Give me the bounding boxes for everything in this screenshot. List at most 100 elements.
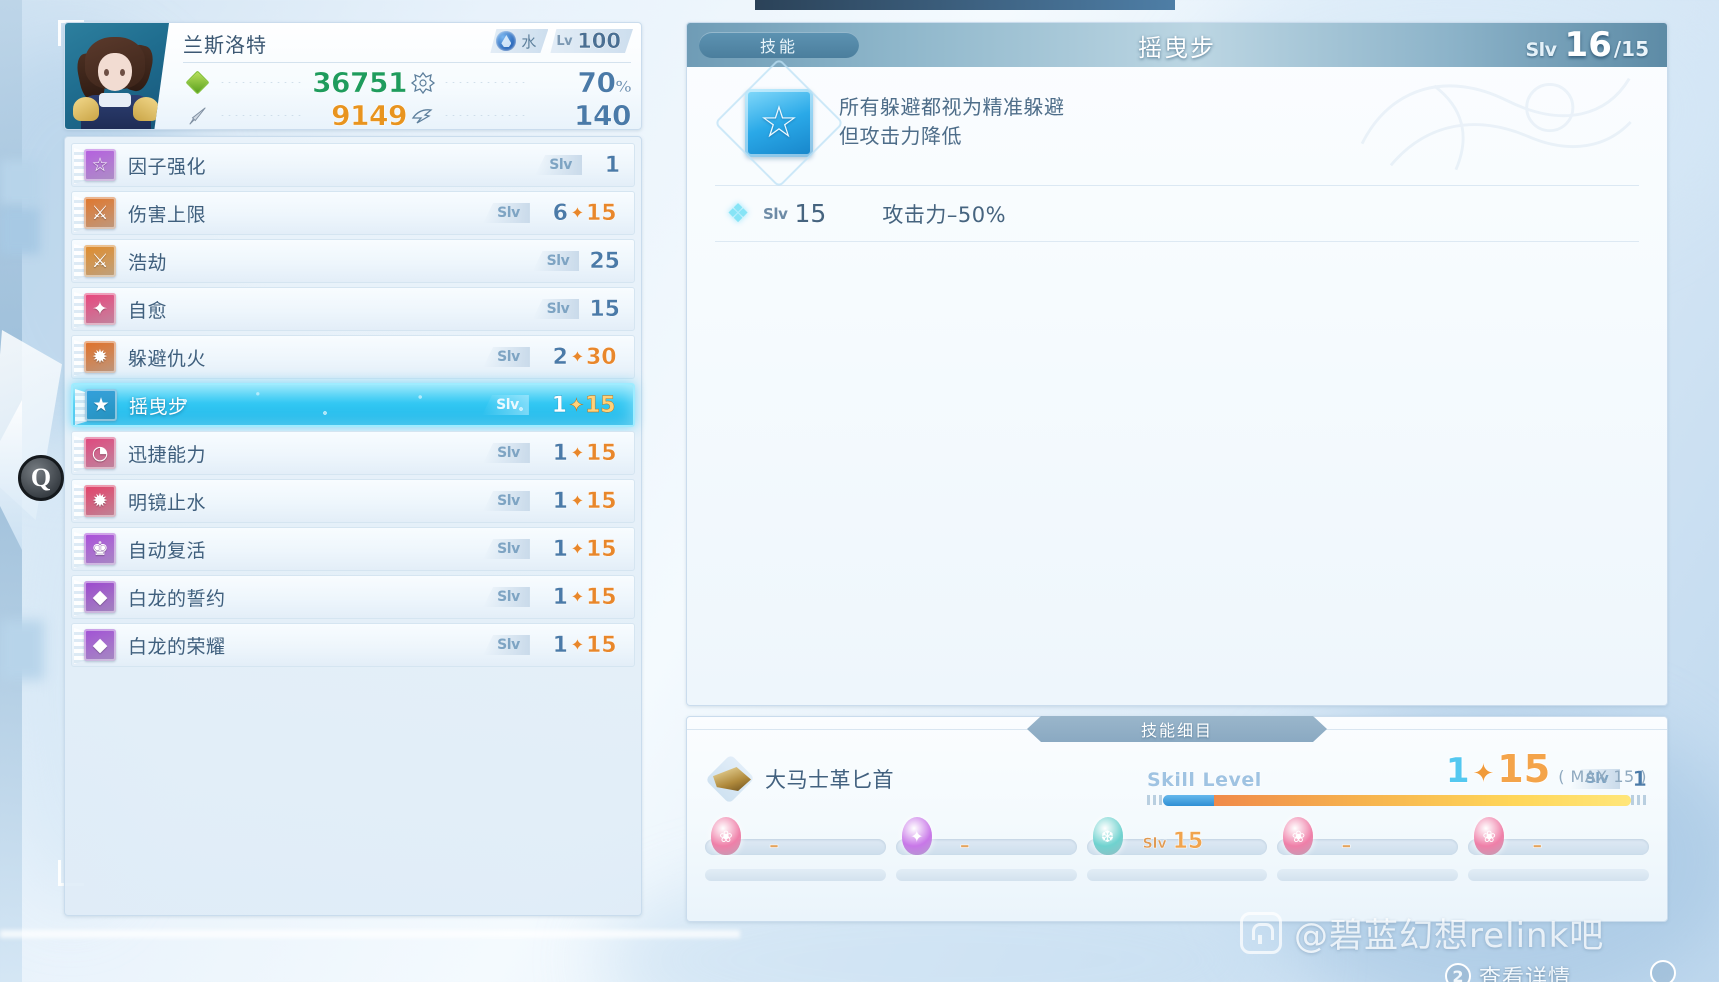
skill-detail-panel: 技能 摇曳步 Slv 16 /15 ☆ 所有躲避都视为精准躲避 但攻击力降低 ❖… [686,22,1668,706]
sigil-slot-1[interactable]: ✦ – [895,817,1077,861]
skill-level-group: Slv 1 ✦ 15 [483,632,634,658]
skill-slv-base: 1 [552,440,568,466]
background-shape [0,620,44,680]
view-details-hint[interactable]: 2 查看详情 [1445,960,1571,982]
stat-value-defense: 70% [577,66,631,100]
stat-row-speed: 140 [407,99,632,130]
skill-slv-base: 6 [552,200,568,226]
skill-slv-bonus: 15 [586,488,617,514]
sigil-slot-4[interactable]: ❀ – [1468,817,1649,861]
skill-level-progress [1147,794,1647,806]
character-tags: 水 Lv 100 [490,29,633,53]
skill-slv-bonus: 30 [586,344,617,370]
weapon-name: 大马士革匕首 [765,768,894,792]
skill-level-group: Slv 2 ✦ 30 [483,344,634,370]
water-element-icon [496,31,516,51]
skill-level-block: Skill Level 1 ✦ 15 ( MAX 15 ) [1147,746,1647,806]
skill-level-base: 1 [1445,750,1470,792]
right-column: 技能 摇曳步 Slv 16 /15 ☆ 所有躲避都视为精准躲避 但攻击力降低 ❖… [686,22,1668,922]
hint-key-secondary-icon[interactable] [1650,960,1676,982]
sigil-slot-2[interactable]: ❆ Slv 15 [1086,817,1268,861]
skill-row-0[interactable]: ☆ 因子强化 Slv 1 [71,143,635,187]
skill-row-6[interactable]: ◔ 迅捷能力 Slv 1 ✦ 15 [71,431,635,475]
sigil-icon: ❀ [1283,817,1314,855]
sigil-secondary-row [705,869,1649,881]
skill-name: 自动复活 [128,539,207,562]
level-tag: Lv 100 [550,29,633,53]
sigil-icon: ❀ [1474,817,1505,855]
skill-row-4[interactable]: ✹ 躲避仇火 Slv 2 ✦ 30 [71,335,635,379]
sigil-slot-0[interactable]: ❀ – [705,817,886,861]
skill-slv-bonus: 15 [586,440,617,466]
skill-level-group: Slv 1 ✦ 15 [483,584,634,610]
skill-details-tab-title: 技能细目 [1027,716,1327,742]
stat-row-hp: 36751 [183,66,408,99]
skill-row-3[interactable]: ✦ 自愈 Slv 15 [71,287,635,331]
hint-label: 查看详情 [1479,966,1572,982]
skill-slv-base: 25 [589,248,620,274]
skill-slv-base: 2 [552,344,568,370]
skill-icon: ◆ [84,629,116,661]
skill-level-group: Slv 1 ✦ 15 [483,488,634,514]
skill-slv-label: Slv [483,443,530,463]
sigil-empty-value: – [1532,833,1543,858]
skill-effects-list: ❖ Slv 15 攻击力–50% [715,185,1639,242]
stat-value-attack: 9149 [331,99,408,130]
sigil-slot-3[interactable]: ❀ – [1277,817,1459,861]
stat-value-speed: 140 [574,99,632,130]
skill-icon: ✹ [84,341,116,373]
skill-slv-plus-icon: ✦ [569,346,585,368]
skill-slv-bonus: 15 [586,536,617,562]
element-tag: 水 [490,29,548,53]
skill-description-block: ☆ 所有躲避都视为精准躲避 但攻击力降低 [687,57,1667,189]
background-top-strip [755,0,1175,10]
skill-name: 伤害上限 [128,203,207,226]
skill-level-group: Slv 25 [532,248,634,274]
skill-slv-label: Slv [483,491,530,511]
skill-row-10[interactable]: ◆ 白龙的荣耀 Slv 1 ✦ 15 [71,623,635,667]
progress-bonus-segment [1214,794,1631,806]
skill-slv-bonus: 15 [586,584,617,610]
skill-detail-header: 技能 摇曳步 Slv 16 /15 [687,23,1667,67]
sigil-icon: ❆ [1092,817,1123,855]
bar-cap-left [1147,795,1163,805]
skill-slv-label: Slv [535,155,582,175]
sigil-slv-label: Slv [1142,836,1167,852]
skill-level-plus-icon: ✦ [1472,758,1495,789]
skill-row-1[interactable]: ⚔ 伤害上限 Slv 6 ✦ 15 [71,191,635,235]
sigil-icon: ❀ [711,817,741,855]
skill-description-line-1: 所有躲避都视为精准躲避 [839,95,1065,119]
skill-icon: ✹ [84,485,116,517]
skill-slv-label: Slv [482,395,529,415]
skill-effect-row: ❖ Slv 15 攻击力–50% [715,186,1639,242]
skill-level-current: 16 [1564,25,1612,65]
character-card[interactable]: 兰斯洛特 水 Lv 100 36751 9149 70% 140 [64,22,642,130]
sigil-secondary-bar [1277,869,1459,881]
skill-row-7[interactable]: ✹ 明镜止水 Slv 1 ✦ 15 [71,479,635,523]
effect-text: 攻击力–50% [882,202,1007,227]
skill-slv-bonus: 15 [586,200,617,226]
sigil-empty-value: – [769,833,780,858]
skill-slv-label: Slv [483,539,530,559]
skill-icon: ☆ [84,149,116,181]
leader-dots [443,115,529,116]
skill-row-2[interactable]: ⚔ 浩劫 Slv 25 [71,239,635,283]
skill-slv-label: Slv [483,587,530,607]
skill-row-8[interactable]: ♚ 自动复活 Slv 1 ✦ 15 [71,527,635,571]
effect-arrow-icon: ❖ [726,198,750,229]
stat-row-defense: 70% [407,66,632,100]
skill-slv-base: 1 [551,392,567,418]
skill-row-5[interactable]: ★ 摇曳步 Slv 1 ✦ 15 [71,383,635,427]
skill-name: 白龙的荣耀 [128,635,226,658]
dagger-icon [705,754,755,804]
skill-description-text: 所有躲避都视为精准躲避 但攻击力降低 [839,89,1065,157]
sigil-empty-value: – [959,833,971,858]
skill-level-bonus: 15 [1496,746,1551,792]
skill-level-display: Slv 16 /15 [1525,25,1649,65]
skill-level-numbers: 1 ✦ 15 ( MAX 15 ) [1445,746,1647,792]
skill-slv-plus-icon: ✦ [569,202,585,224]
sword-icon [183,103,213,129]
skill-slv-label: Slv [532,251,580,271]
skill-row-9[interactable]: ◆ 白龙的誓约 Slv 1 ✦ 15 [71,575,635,619]
divider [183,62,631,63]
